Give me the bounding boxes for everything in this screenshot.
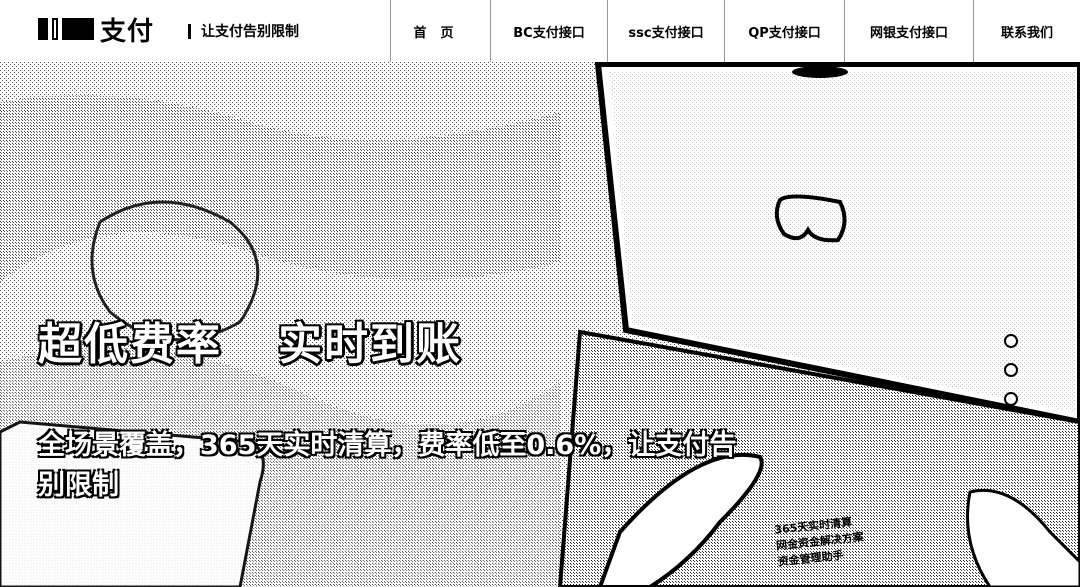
logo[interactable]: 支付 <box>38 12 155 47</box>
headline-part-2: 实时到账 <box>278 319 462 370</box>
slider-dot-3[interactable] <box>1004 392 1018 406</box>
slogan: 让支付告别限制 <box>188 21 299 41</box>
headline-part-1: 超低费率 <box>38 319 222 370</box>
nav-item-contact[interactable]: 联系我们 <box>973 0 1080 62</box>
nav-item-bc-pay[interactable]: BC支付接口 <box>490 0 607 62</box>
logo-mark-icon <box>38 16 96 42</box>
hero-subline: 全场景覆盖，365天实时清算，费率低至0.6%，让支付告别限制 <box>38 430 737 501</box>
nav-item-qp-pay[interactable]: QP支付接口 <box>724 0 844 62</box>
card-text: 365天实时清算 网金资金解决方案 资金管理助手 <box>774 514 867 571</box>
slider-dot-2[interactable] <box>1004 363 1018 377</box>
logo-text: 支付 <box>100 16 155 47</box>
main-nav: 首页 BC支付接口 ssc支付接口 QP支付接口 网银支付接口 联系我们 <box>390 0 1080 62</box>
hero-headline: 超低费率 实时到账 <box>38 308 462 372</box>
slider-dots <box>1004 334 1018 421</box>
slogan-text: 让支付告别限制 <box>201 24 299 40</box>
nav-item-home[interactable]: 首页 <box>390 0 490 62</box>
nav-item-bank-pay[interactable]: 网银支付接口 <box>844 0 973 62</box>
slogan-divider <box>188 23 191 39</box>
hero-banner: 超低费率 实时到账 全场景覆盖，365天实时清算，费率低至0.6%，让支付告别限制… <box>0 62 1080 587</box>
slider-dot-1[interactable] <box>1004 334 1018 348</box>
nav-item-ssc-pay[interactable]: ssc支付接口 <box>607 0 724 62</box>
site-header: 支付 让支付告别限制 首页 BC支付接口 ssc支付接口 QP支付接口 网银支付… <box>0 0 1080 63</box>
